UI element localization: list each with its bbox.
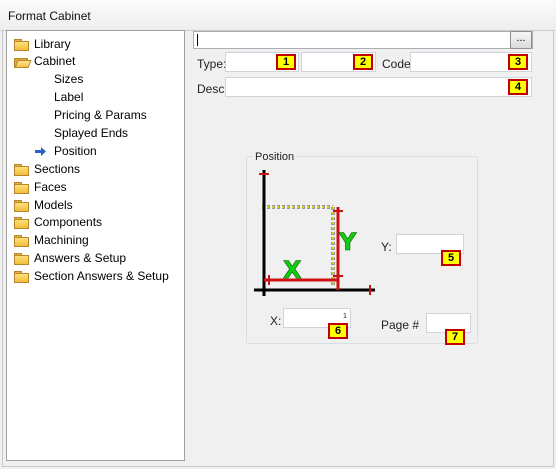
x-field-value: 1 <box>343 313 347 320</box>
arrow-right-icon <box>35 147 46 156</box>
callout-badge-4: 4 <box>508 79 528 95</box>
tree-item-label: Sizes <box>54 72 84 86</box>
folder-icon <box>14 39 29 51</box>
browse-button[interactable]: ... <box>510 31 532 49</box>
tree-item-label: Sections <box>34 162 81 176</box>
desc-field[interactable] <box>225 77 532 97</box>
position-diagram: X Y <box>254 170 375 296</box>
text-caret <box>197 34 198 46</box>
folder-open-icon <box>14 56 32 68</box>
title-bar: Format Cabinet <box>0 0 556 31</box>
name-input[interactable] <box>193 31 533 49</box>
tree-item-label: Splayed Ends <box>54 126 129 140</box>
diagram-y-label: Y <box>338 228 357 256</box>
folder-icon <box>14 182 29 194</box>
callout-badge-2: 2 <box>353 54 373 70</box>
page-number-label: Page # <box>381 318 420 332</box>
tree-item-label: Position <box>54 144 97 158</box>
callout-badge-7: 7 <box>445 329 465 345</box>
desc-label: Desc: <box>197 82 228 96</box>
format-cabinet-window: Format Cabinet Library Cabinet Sizes Lab… <box>0 0 556 469</box>
tree-item-label: Components <box>34 215 103 229</box>
navigation-tree[interactable]: Library Cabinet Sizes Label Pricing & Pa… <box>6 30 185 461</box>
folder-icon <box>14 271 29 283</box>
folder-icon <box>14 200 29 212</box>
folder-icon <box>14 217 29 229</box>
tree-item-label: Answers & Setup <box>34 251 127 265</box>
folder-icon <box>14 164 29 176</box>
tree-item-label: Models <box>34 198 73 212</box>
tree-item-label: Library <box>34 37 71 51</box>
position-group-title: Position <box>253 151 297 163</box>
tree-item-label: Machining <box>34 233 89 247</box>
callout-badge-6: 6 <box>328 323 348 339</box>
tree-item-label: Cabinet <box>34 54 76 68</box>
callout-badge-5: 5 <box>441 250 461 266</box>
folder-icon <box>14 235 29 247</box>
tree-item-label: Label <box>54 90 84 104</box>
diagram-x-label: X <box>283 256 302 284</box>
callout-badge-1: 1 <box>276 54 296 70</box>
folder-icon <box>14 253 29 265</box>
tree-item-label: Pricing & Params <box>54 108 147 122</box>
callout-badge-3: 3 <box>508 54 528 70</box>
type-label: Type: <box>197 57 227 71</box>
tree-item-label: Faces <box>34 180 67 194</box>
x-label: X: <box>270 314 282 328</box>
window-title: Format Cabinet <box>8 9 91 23</box>
y-label: Y: <box>381 240 392 254</box>
tree-item-label: Section Answers & Setup <box>34 269 169 283</box>
